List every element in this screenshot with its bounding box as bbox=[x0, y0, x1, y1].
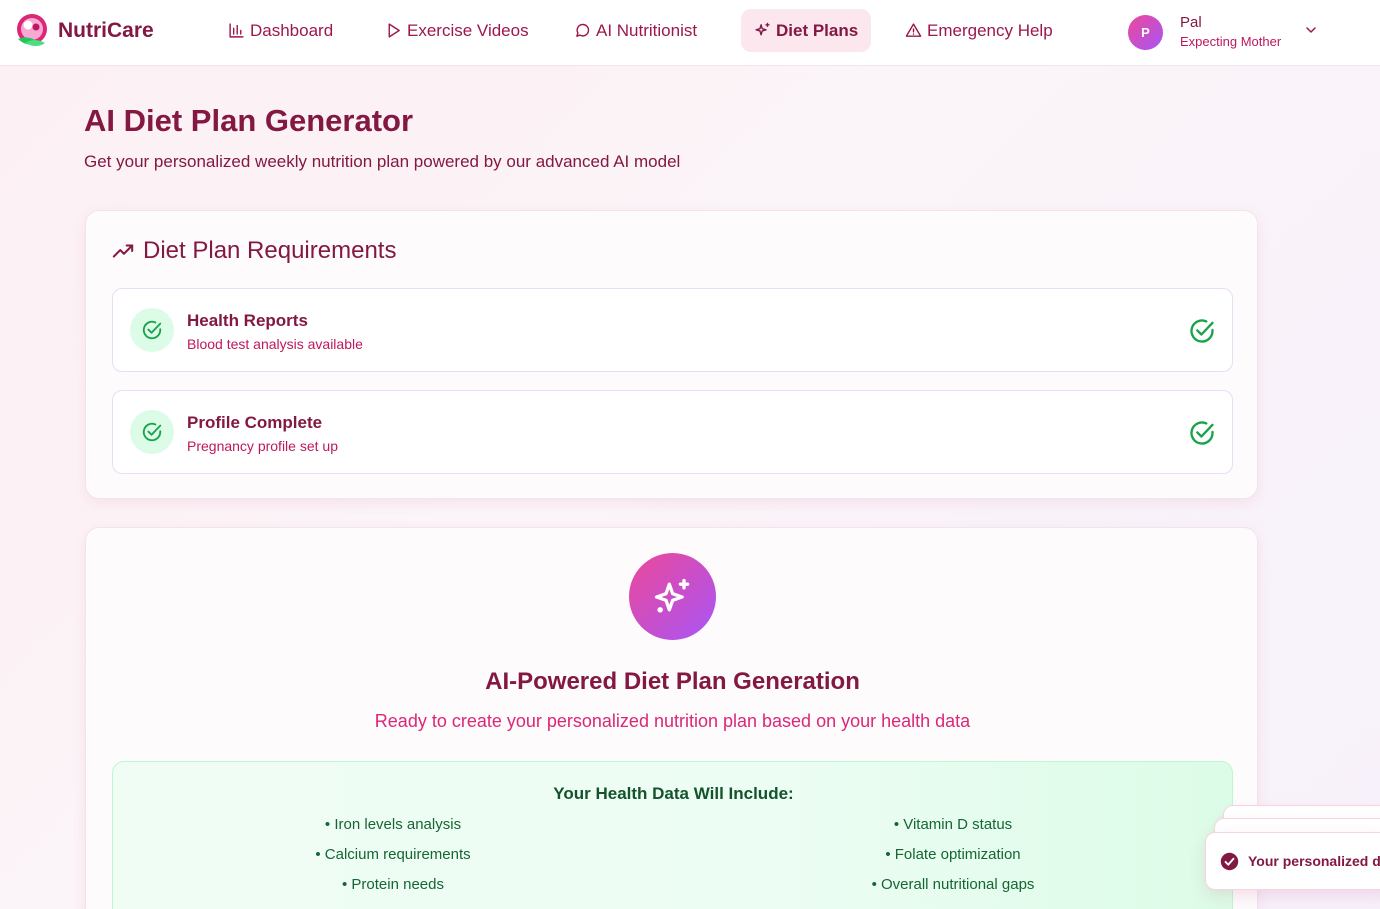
requirement-name: Health Reports bbox=[187, 311, 308, 330]
requirement-status-badge bbox=[130, 410, 174, 454]
list-item: • Calcium requirements bbox=[315, 846, 471, 863]
nav-diet-plans[interactable]: Diet Plans bbox=[741, 9, 872, 52]
nav-emergency-help[interactable]: Emergency Help bbox=[892, 9, 1066, 52]
toast-message: Your personalized die bbox=[1248, 853, 1380, 869]
check-circle-filled-icon bbox=[1220, 852, 1239, 870]
top-navigation-bar: NutriCare Dashboard Exercise Videos AI N… bbox=[0, 0, 1380, 66]
requirement-description: Pregnancy profile set up bbox=[187, 438, 338, 454]
list-item: • Folate optimization bbox=[885, 846, 1021, 863]
nav-exercise-videos[interactable]: Exercise Videos bbox=[372, 9, 542, 52]
requirement-health-reports: Health Reports Blood test analysis avail… bbox=[112, 288, 1233, 372]
check-circle-icon bbox=[1190, 421, 1214, 445]
page-title: AI Diet Plan Generator bbox=[84, 103, 414, 138]
check-circle-icon bbox=[142, 422, 162, 442]
list-item: • Overall nutritional gaps bbox=[871, 876, 1035, 893]
requirements-card: Diet Plan Requirements Health Reports Bl… bbox=[85, 210, 1258, 499]
nav-label: AI Nutritionist bbox=[596, 20, 698, 40]
nav-label: Exercise Videos bbox=[407, 20, 529, 40]
bar-chart-icon bbox=[229, 23, 244, 38]
check-circle-icon bbox=[1190, 319, 1214, 343]
ai-sparkle-badge bbox=[629, 553, 716, 640]
list-item: • Iron levels analysis bbox=[324, 816, 462, 833]
health-data-title: Your Health Data Will Include: bbox=[553, 784, 794, 803]
page-subtitle: Get your personalized weekly nutrition p… bbox=[84, 152, 681, 171]
nav-ai-nutritionist[interactable]: AI Nutritionist bbox=[561, 9, 710, 52]
diet-plan-generation-card: AI-Powered Diet Plan Generation Ready to… bbox=[85, 527, 1258, 909]
list-item: • Vitamin D status bbox=[893, 816, 1013, 833]
requirement-profile-complete: Profile Complete Pregnancy profile set u… bbox=[112, 390, 1233, 474]
nav-label: Diet Plans bbox=[776, 20, 859, 40]
user-name: Pal bbox=[1180, 13, 1202, 31]
trending-up-icon bbox=[112, 244, 134, 258]
nav-label: Dashboard bbox=[250, 20, 334, 40]
brand[interactable]: NutriCare bbox=[15, 12, 154, 50]
chat-bubble-icon bbox=[576, 23, 590, 37]
user-info: Pal Expecting Mother bbox=[1180, 14, 1281, 51]
warning-triangle-icon bbox=[905, 23, 922, 37]
user-role: Expecting Mother bbox=[1180, 34, 1282, 50]
chevron-down-icon[interactable] bbox=[1303, 22, 1319, 38]
health-data-list-left: • Iron levels analysis • Calcium require… bbox=[113, 816, 673, 906]
user-menu[interactable]: P Pal Expecting Mother bbox=[1128, 12, 1316, 52]
app-name: NutriCare bbox=[58, 19, 154, 42]
nav-dashboard[interactable]: Dashboard bbox=[215, 9, 346, 52]
list-item: • Protein needs bbox=[342, 876, 444, 893]
play-icon bbox=[388, 23, 400, 38]
toast-notification[interactable]: Your personalized die bbox=[1205, 832, 1380, 890]
requirements-heading: Diet Plan Requirements bbox=[112, 237, 396, 265]
sparkles-icon bbox=[755, 22, 770, 36]
avatar: P bbox=[1128, 14, 1163, 50]
check-circle-icon bbox=[142, 320, 162, 340]
sparkles-icon bbox=[654, 578, 689, 613]
health-data-list-right: • Vitamin D status • Folate optimization… bbox=[673, 816, 1233, 906]
requirement-status-badge bbox=[130, 308, 174, 352]
requirement-description: Blood test analysis available bbox=[187, 336, 363, 352]
nav-label: Emergency Help bbox=[927, 20, 1053, 40]
nutricare-logo-icon bbox=[17, 14, 47, 46]
generation-title: AI-Powered Diet Plan Generation bbox=[485, 668, 860, 695]
requirements-title: Diet Plan Requirements bbox=[143, 237, 397, 264]
health-data-summary: Your Health Data Will Include: • Iron le… bbox=[112, 761, 1233, 909]
generation-subtitle: Ready to create your personalized nutrit… bbox=[374, 711, 971, 731]
requirement-name: Profile Complete bbox=[187, 413, 323, 432]
